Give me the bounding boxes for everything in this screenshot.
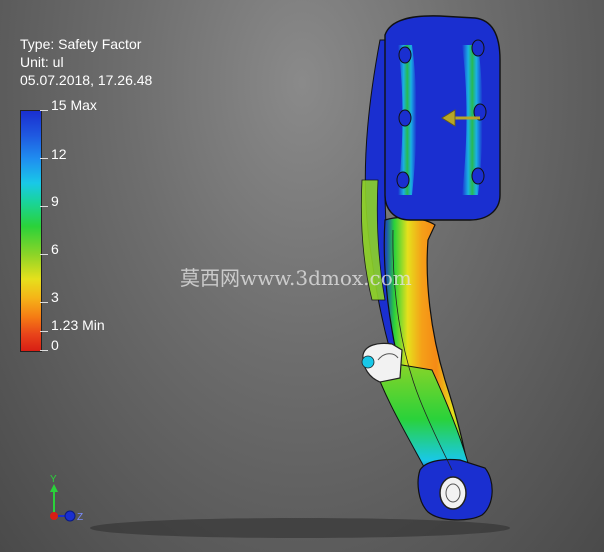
z-axis-ball [64, 510, 76, 522]
watermark-text: 莫西网www.3dmox.com [180, 266, 412, 290]
mid-joint-pin [361, 355, 375, 369]
y-axis-arrow [50, 484, 58, 492]
ground-shadow [90, 518, 510, 538]
x-axis-dot [50, 512, 58, 520]
coordinate-triad[interactable]: Y Z [40, 470, 100, 530]
y-axis-label: Y [50, 474, 57, 485]
z-axis-label: Z [77, 512, 83, 523]
bottom-pivot-hole [439, 476, 467, 510]
